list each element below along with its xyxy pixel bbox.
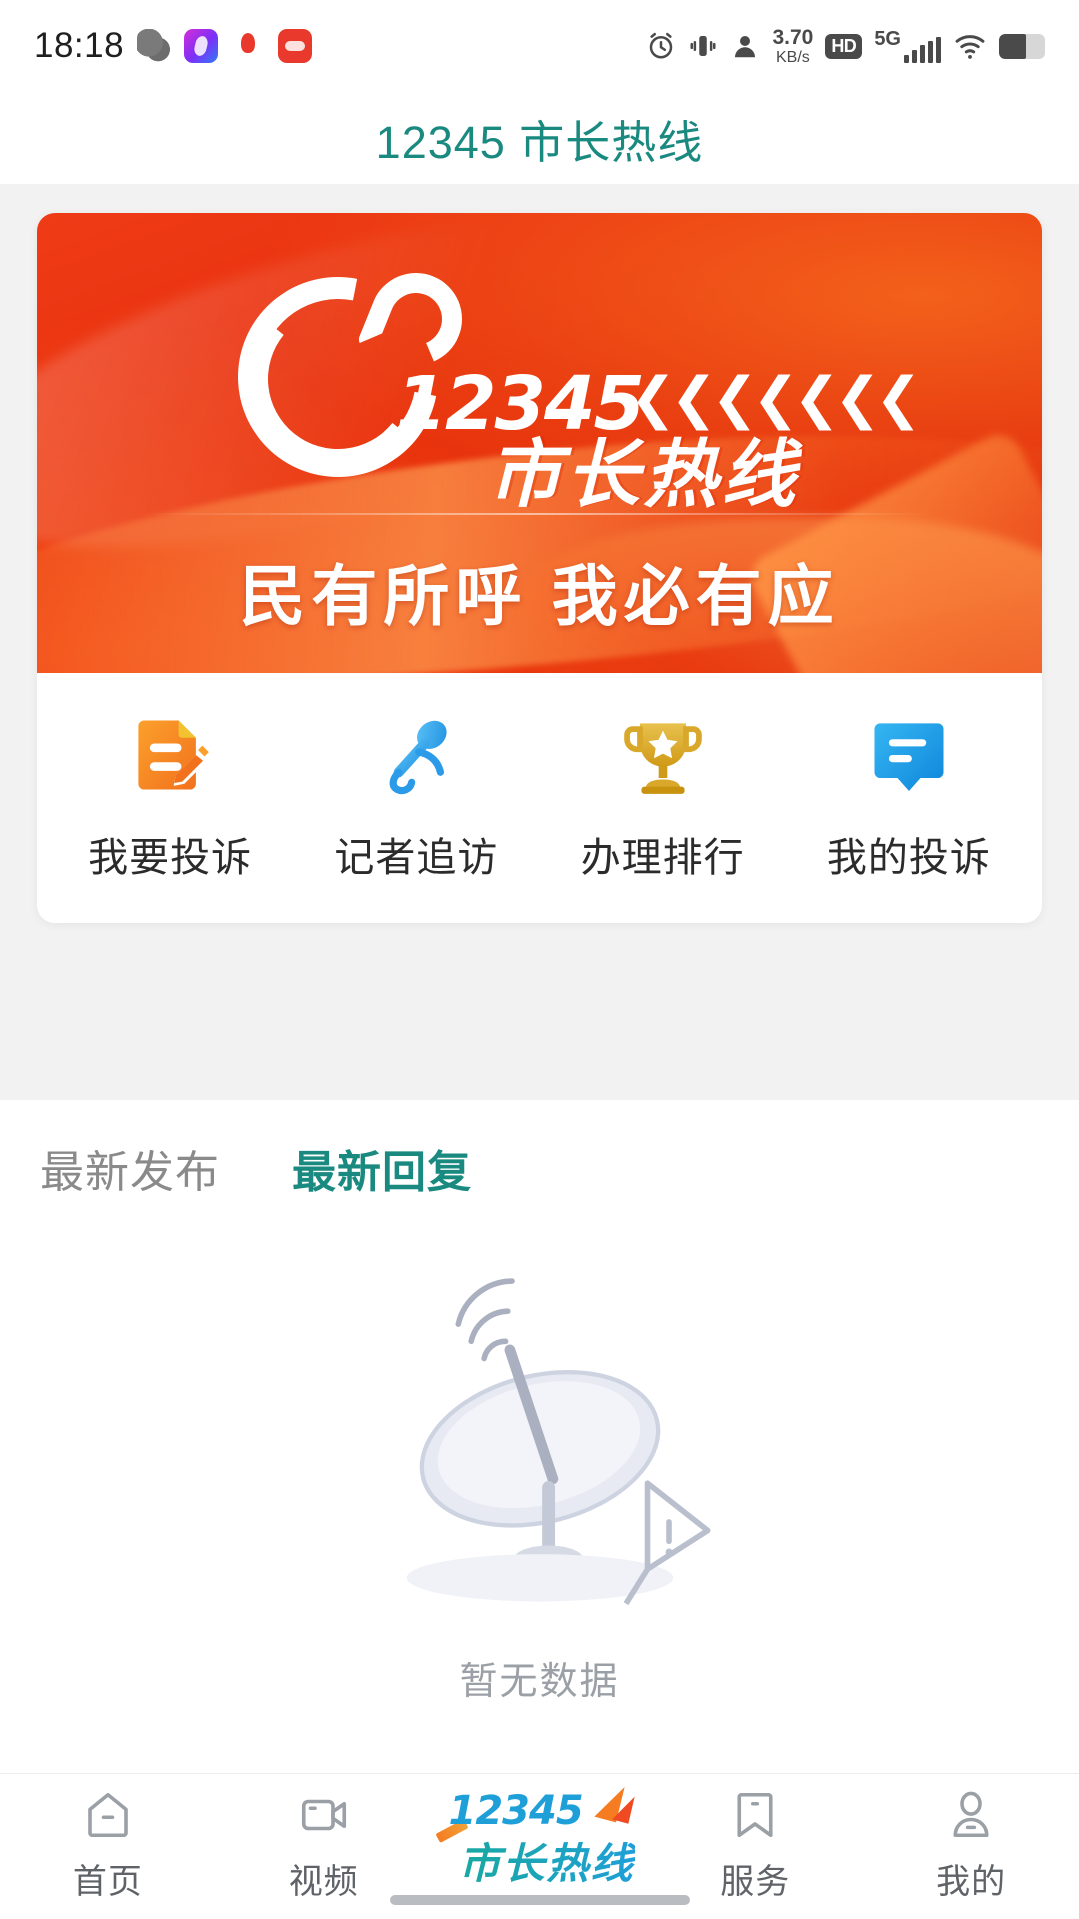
quick-action-label: 我要投诉 [88, 836, 253, 880]
quick-action-label: 办理排行 [580, 836, 745, 880]
video-icon [297, 1786, 351, 1844]
quick-action-label: 记者追访 [334, 836, 499, 880]
home-icon [81, 1786, 135, 1844]
message-icon [861, 707, 957, 803]
empty-state-text: 暂无数据 [459, 1661, 620, 1703]
status-time: 18:18 [34, 26, 125, 65]
wifi-icon [953, 31, 987, 61]
quick-action-reporter[interactable]: 记者追访 [293, 707, 539, 883]
nav-label: 我的 [936, 1863, 1007, 1901]
hotline-banner[interactable]: 12345 ❮❮❮❮❮❮❮ 市长热线 民有所呼 我必有应 [37, 213, 1042, 673]
signal-bars [904, 37, 941, 63]
status-bar-right: 3.70 KB/s HD 5G [646, 27, 1045, 66]
person-icon [730, 31, 760, 61]
feed-tabs: 最新发布 最新回复 [0, 1100, 1079, 1200]
red-app-icon [278, 29, 313, 63]
network-speed: 3.70 KB/s [772, 27, 813, 66]
bookmark-icon [728, 1786, 782, 1844]
nav-item-hotline[interactable]: 12345 市长热线 [432, 1783, 648, 1892]
quick-action-complain[interactable]: 我要投诉 [47, 707, 293, 883]
nav-label: 服务 [720, 1863, 791, 1901]
app-root: 18:18 3.70 KB/s HD 5G 12345 市长热线 12345 ❮… [0, 0, 1079, 1919]
status-bar: 18:18 3.70 KB/s HD 5G [0, 0, 1079, 92]
status-bar-left: 18:18 [34, 26, 313, 66]
satellite-dish-no-data-icon [325, 1208, 755, 1638]
microphone-icon [368, 707, 464, 803]
hd-icon: HD [825, 33, 863, 59]
nav-label: 首页 [72, 1863, 143, 1901]
document-edit-icon [122, 707, 218, 803]
battery-icon [999, 33, 1045, 59]
tab-latest-posts[interactable]: 最新发布 [40, 1136, 220, 1200]
page-title: 12345 市长热线 [375, 116, 704, 168]
hotline-card: 12345 ❮❮❮❮❮❮❮ 市长热线 民有所呼 我必有应 我要投诉 记者追访 办… [37, 213, 1042, 923]
nav-item-mine[interactable]: 我的 [863, 1786, 1079, 1903]
quick-action-ranking[interactable]: 办理排行 [540, 707, 786, 883]
banner-slogan: 民有所呼 我必有应 [239, 559, 840, 633]
nav-item-service[interactable]: 服务 [647, 1786, 863, 1903]
quick-action-my-complaints[interactable]: 我的投诉 [786, 707, 1032, 883]
hotline-logo-icon: 12345 市长热线 [434, 1783, 644, 1892]
person-icon [944, 1786, 998, 1844]
quick-actions-row: 我要投诉 记者追访 办理排行 我的投诉 [37, 673, 1042, 923]
rocket-icon [231, 29, 266, 63]
home-indicator[interactable] [389, 1895, 690, 1905]
quick-action-label: 我的投诉 [826, 836, 991, 880]
hotline-logo-line1: 12345 [448, 1788, 583, 1834]
net-speed-value: 3.70 [772, 25, 814, 49]
signal-icon: 5G [874, 29, 941, 63]
feed-panel: 最新发布 最新回复 暂无数据 [0, 1100, 1079, 1773]
trophy-icon [615, 707, 711, 803]
network-type-label: 5G [874, 28, 901, 50]
wechat-icon [137, 29, 172, 63]
nav-item-home[interactable]: 首页 [0, 1786, 216, 1903]
gallery-icon [184, 29, 219, 63]
vibrate-icon [688, 31, 718, 61]
banner-divider [145, 513, 934, 515]
empty-state: 暂无数据 [0, 1196, 1079, 1773]
alarm-icon [646, 31, 676, 61]
nav-label: 视频 [288, 1863, 359, 1901]
page-header: 12345 市长热线 [0, 92, 1079, 184]
banner-logo-wrap: 12345 ❮❮❮❮❮❮❮ 市长热线 [37, 238, 1042, 516]
nav-item-video[interactable]: 视频 [216, 1786, 432, 1903]
logo-chinese-name: 市长热线 [487, 433, 800, 516]
hotline-logo-line2: 市长热线 [458, 1830, 634, 1891]
net-speed-unit: KB/s [775, 48, 810, 66]
hotline-logo-icon: 12345 ❮❮❮❮❮❮❮ 市长热线 [198, 238, 922, 516]
tab-latest-replies[interactable]: 最新回复 [292, 1136, 472, 1200]
